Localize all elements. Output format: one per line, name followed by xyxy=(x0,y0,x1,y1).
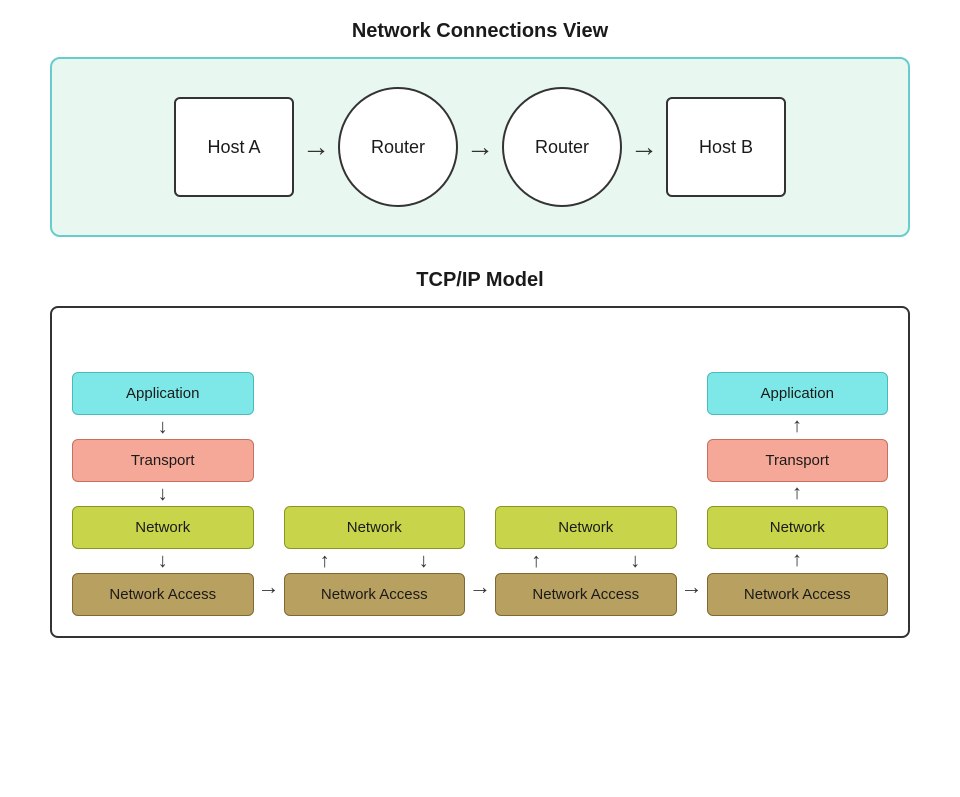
network-connections-diagram: Host A → Router → Router → Host B xyxy=(50,57,910,237)
host-a-network: Network xyxy=(72,506,254,549)
host-b-netaccess: Network Access xyxy=(707,573,889,616)
arrow-app-to-transport-a: ↓ xyxy=(158,415,168,439)
host-b-label: Host B xyxy=(699,137,753,158)
arrow-down-router1-network-right: ↓ xyxy=(419,550,429,573)
router-1-label: Router xyxy=(371,137,425,158)
arrow-netaccess-2-to-3: → xyxy=(465,574,495,616)
host-a-node: Host A xyxy=(174,97,294,197)
router-2-netaccess: Network Access xyxy=(495,573,677,616)
tcpip-diagram: Application ↓ Transport ↓ Network ↓ Netw… xyxy=(50,306,910,638)
router-2-network: Network xyxy=(495,506,677,549)
router-2-stack: Network ↑ ↓ Network Access xyxy=(495,332,677,616)
arrow-router1-to-router2: → xyxy=(466,133,494,161)
network-connections-section: Network Connections View Host A → Router… xyxy=(50,20,910,237)
host-a-netaccess: Network Access xyxy=(72,573,254,616)
arrow-netaccess-1-to-2: → xyxy=(254,574,284,616)
host-a-stack: Application ↓ Transport ↓ Network ↓ Netw… xyxy=(72,372,254,616)
arrow-router2-to-host-b: → xyxy=(630,133,658,161)
arrow-up-router1-network-left: ↑ xyxy=(320,550,330,573)
host-a-transport: Transport xyxy=(72,439,254,482)
host-b-node: Host B xyxy=(666,97,786,197)
arrow-down-router2-network-right: ↓ xyxy=(630,550,640,573)
router-1-network: Network xyxy=(284,506,466,549)
tcpip-section: TCP/IP Model Application ↓ Transport ↓ N… xyxy=(50,269,910,638)
arrow-network-to-transport-b: ↓ xyxy=(792,482,802,506)
arrow-host-a-to-router1: → xyxy=(302,133,330,161)
router-1-node: Router xyxy=(338,87,458,207)
network-connections-title: Network Connections View xyxy=(50,20,910,43)
host-a-label: Host A xyxy=(207,137,260,158)
host-b-network: Network xyxy=(707,506,889,549)
arrow-transport-to-network-a: ↓ xyxy=(158,482,168,506)
router-1-netaccess: Network Access xyxy=(284,573,466,616)
host-a-application: Application xyxy=(72,372,254,415)
arrow-network-to-netaccess-a: ↓ xyxy=(158,549,168,573)
router-2-label: Router xyxy=(535,137,589,158)
host-b-application: Application xyxy=(707,372,889,415)
tcpip-title: TCP/IP Model xyxy=(50,269,910,292)
host-b-transport: Transport xyxy=(707,439,889,482)
router-2-node: Router xyxy=(502,87,622,207)
arrow-netaccess-to-network-b: ↓ xyxy=(792,549,802,573)
host-b-stack: Application ↓ Transport ↓ Network ↓ Netw… xyxy=(707,372,889,616)
router-1-stack: Network ↑ ↓ Network Access xyxy=(284,332,466,616)
arrow-netaccess-3-to-4: → xyxy=(677,574,707,616)
arrow-transport-to-app-b: ↓ xyxy=(792,415,802,439)
arrow-up-router2-network-left: ↑ xyxy=(531,550,541,573)
